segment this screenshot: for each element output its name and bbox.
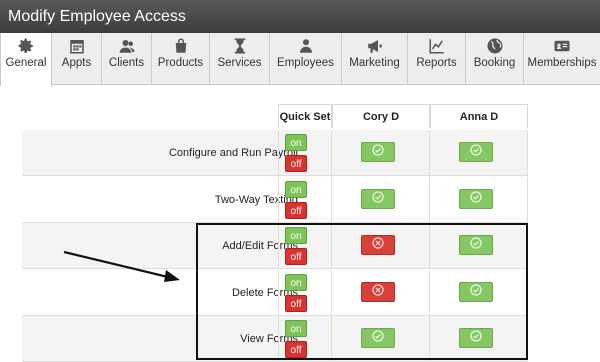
annotation-arrow-icon (63, 250, 180, 282)
quick-set-on-button[interactable]: on (285, 274, 307, 291)
check-circle-icon (470, 143, 482, 161)
check-circle-icon (470, 190, 482, 208)
quick-set-on-button[interactable]: on (285, 227, 307, 244)
quick-set-cell: on off (278, 177, 332, 223)
tab-clients[interactable]: Clients (102, 33, 152, 85)
tab-label: Appts (61, 57, 92, 69)
globe-icon (486, 37, 504, 55)
anna-d-permission-toggle[interactable] (459, 328, 493, 348)
quick-set-cell: on off (278, 316, 332, 362)
tab-label: Booking (473, 57, 516, 69)
anna-d-permission-toggle[interactable] (459, 189, 493, 209)
calendar-icon (68, 37, 86, 55)
quick-set-off-button[interactable]: off (285, 341, 307, 358)
quick-set-cell: on off (278, 270, 332, 316)
anna-d-permission-toggle[interactable] (459, 282, 493, 302)
tab-appts[interactable]: Appts (52, 33, 102, 85)
check-circle-icon (470, 329, 482, 347)
permission-cell (430, 316, 528, 362)
anna-d-permission-toggle[interactable] (459, 142, 493, 162)
tab-reports[interactable]: Reports (408, 33, 466, 85)
tab-label: Services (217, 57, 262, 69)
table-row: View Forms on off (22, 316, 528, 362)
window-title: Modify Employee Access (0, 0, 600, 33)
header-cory-d: Cory D (332, 104, 430, 128)
permission-cell (332, 130, 430, 176)
cory-d-permission-toggle[interactable] (361, 235, 395, 255)
permission-cell (332, 177, 430, 223)
x-circle-icon (372, 283, 384, 301)
check-circle-icon (372, 329, 384, 347)
tab-marketing[interactable]: Marketing (342, 33, 408, 85)
tab-label: Products (157, 57, 204, 69)
tab-label: Marketing (349, 57, 400, 69)
id-card-icon (553, 37, 571, 55)
quick-set-off-button[interactable]: off (285, 248, 307, 265)
quick-set-off-button[interactable]: off (285, 155, 307, 172)
tab-label: Clients (108, 57, 145, 69)
table-row: Configure and Run Payroll on off (22, 130, 528, 176)
permission-cell (430, 177, 528, 223)
tab-label: Reports (416, 57, 457, 69)
check-circle-icon (372, 143, 384, 161)
gear-icon (17, 37, 35, 55)
cory-d-permission-toggle[interactable] (361, 142, 395, 162)
permission-cell (332, 270, 430, 316)
anna-d-permission-toggle[interactable] (459, 235, 493, 255)
quick-set-off-button[interactable]: off (285, 202, 307, 219)
check-circle-icon (470, 283, 482, 301)
permission-cell (332, 223, 430, 269)
tab-label: General (5, 57, 47, 69)
permission-cell (332, 316, 430, 362)
header-quick-set: Quick Set (278, 104, 332, 128)
check-circle-icon (372, 190, 384, 208)
tab-services[interactable]: Services (210, 33, 270, 85)
permission-cell (430, 130, 528, 176)
x-circle-icon (372, 236, 384, 254)
tab-booking[interactable]: Booking (466, 33, 524, 85)
quick-set-cell: on off (278, 130, 332, 176)
cory-d-permission-toggle[interactable] (361, 189, 395, 209)
line-chart-icon (428, 37, 446, 55)
permission-cell (430, 270, 528, 316)
tab-products[interactable]: Products (152, 33, 210, 85)
header-anna-d: Anna D (430, 104, 528, 128)
permission-cell (430, 223, 528, 269)
tab-memberships[interactable]: Memberships (524, 33, 600, 85)
hourglass-icon (231, 37, 249, 55)
tab-bar: General Appts Clients Products Services … (0, 33, 600, 86)
employee-icon (297, 37, 315, 55)
quick-set-off-button[interactable]: off (285, 295, 307, 312)
megaphone-icon (366, 37, 384, 55)
tab-general[interactable]: General (0, 33, 52, 86)
shopping-bag-icon (172, 37, 190, 55)
tab-label: Memberships (527, 57, 597, 69)
tab-employees[interactable]: Employees (270, 33, 342, 85)
tab-label: Employees (277, 57, 334, 69)
quick-set-on-button[interactable]: on (285, 181, 307, 198)
table-row: Two-Way Texting on off (22, 177, 528, 223)
quick-set-cell: on off (278, 223, 332, 269)
quick-set-on-button[interactable]: on (285, 320, 307, 337)
quick-set-on-button[interactable]: on (285, 134, 307, 151)
cory-d-permission-toggle[interactable] (361, 282, 395, 302)
cory-d-permission-toggle[interactable] (361, 328, 395, 348)
clients-icon (118, 37, 136, 55)
check-circle-icon (470, 236, 482, 254)
